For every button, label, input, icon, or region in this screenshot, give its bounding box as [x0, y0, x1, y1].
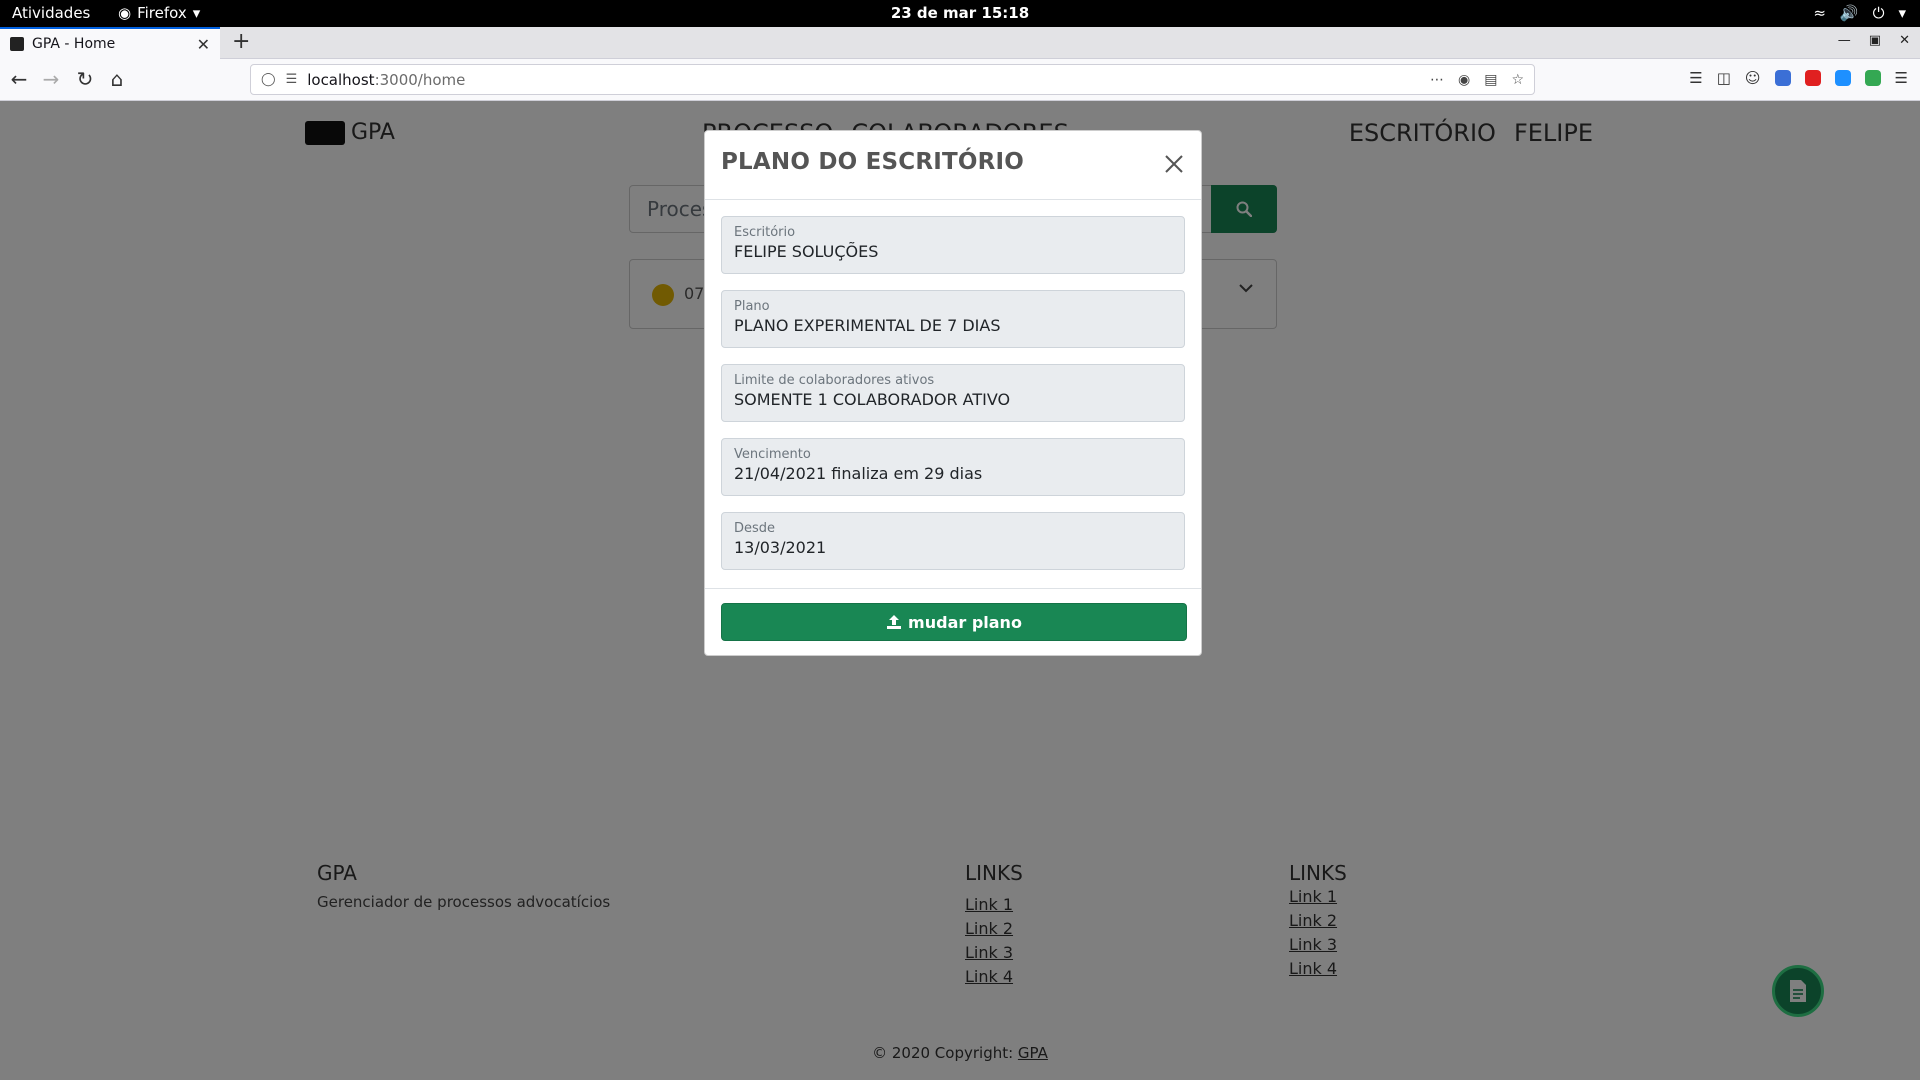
- system-tray[interactable]: ≈ 🔊 ⏻ ▾: [1813, 4, 1906, 22]
- wifi-icon: ≈: [1813, 4, 1826, 22]
- tab-gpa-home[interactable]: GPA - Home ✕: [0, 27, 220, 59]
- field-escritorio: Escritório FELIPE SOLUÇÕES: [721, 216, 1185, 274]
- clock[interactable]: 23 de mar 15:18: [891, 4, 1029, 22]
- field-plano: Plano PLANO EXPERIMENTAL DE 7 DIAS: [721, 290, 1185, 348]
- favicon-icon: [10, 37, 24, 51]
- url-bar[interactable]: ◯ ☰ localhost:3000/home ⋯ ◉ ▤ ☆: [250, 64, 1535, 95]
- tab-title: GPA - Home: [32, 36, 116, 52]
- change-plan-button[interactable]: mudar plano: [721, 603, 1187, 641]
- modal-title: PLANO DO ESCRITÓRIO: [721, 149, 1025, 175]
- field-value: 13/03/2021: [734, 538, 827, 557]
- bookmark-star-icon[interactable]: ☆: [1511, 72, 1524, 88]
- reload-icon[interactable]: ↻: [72, 67, 98, 91]
- maximize-icon[interactable]: ▣: [1869, 33, 1881, 48]
- change-plan-label: mudar plano: [908, 612, 1022, 632]
- system-top-bar: Atividades ◉ Firefox ▾ 23 de mar 15:18 ≈…: [0, 0, 1920, 27]
- color-extension-icon[interactable]: [1864, 70, 1881, 86]
- field-vencimento: Vencimento 21/04/2021 finaliza em 29 dia…: [721, 438, 1185, 496]
- field-desde: Desde 13/03/2021: [721, 512, 1185, 570]
- pocket-icon[interactable]: ◉: [1458, 72, 1470, 88]
- close-tab-icon[interactable]: ✕: [197, 35, 210, 54]
- tab-strip: GPA - Home ✕ + — ▣ ✕: [0, 27, 1920, 59]
- volume-icon: 🔊: [1839, 4, 1859, 22]
- url-host: localhost: [307, 70, 375, 89]
- field-value: 21/04/2021 finaliza em 29 dias: [734, 464, 983, 483]
- field-label: Desde: [734, 521, 776, 536]
- close-window-icon[interactable]: ✕: [1899, 33, 1910, 48]
- field-label: Plano: [734, 299, 770, 314]
- field-label: Escritório: [734, 225, 796, 240]
- sidebar-icon[interactable]: ◫: [1717, 69, 1731, 87]
- library-icon[interactable]: ☰: [1689, 69, 1702, 87]
- window-controls: — ▣ ✕: [1838, 33, 1910, 48]
- translate-extension-icon[interactable]: [1774, 70, 1791, 86]
- account-icon[interactable]: ☺: [1745, 69, 1761, 87]
- field-label: Limite de colaboradores ativos: [734, 373, 935, 388]
- home-icon[interactable]: ⌂: [104, 67, 130, 91]
- back-icon[interactable]: ←: [6, 67, 32, 91]
- field-value: FELIPE SOLUÇÕES: [734, 242, 879, 261]
- translate-icon[interactable]: ▤: [1484, 72, 1497, 88]
- hamburger-menu-icon[interactable]: ☰: [1895, 69, 1908, 87]
- field-value: SOMENTE 1 COLABORADOR ATIVO: [734, 390, 1011, 409]
- forward-icon[interactable]: →: [38, 67, 64, 91]
- extension-icon[interactable]: [1834, 70, 1851, 86]
- minimize-icon[interactable]: —: [1838, 33, 1851, 48]
- page-info-icon[interactable]: ☰: [286, 72, 298, 87]
- url-path: :3000/home: [374, 70, 466, 89]
- new-tab-button[interactable]: +: [232, 29, 250, 54]
- extensions-area: ☰ ◫ ☺ ☰: [1689, 69, 1908, 87]
- shield-icon[interactable]: ◯: [261, 72, 276, 87]
- field-label: Vencimento: [734, 447, 811, 462]
- chevron-down-icon: ▾: [1898, 4, 1906, 22]
- plan-modal: PLANO DO ESCRITÓRIO Escritório FELIPE SO…: [704, 130, 1202, 656]
- close-icon[interactable]: [1161, 151, 1187, 177]
- upload-icon: [887, 615, 902, 629]
- page-actions-icon[interactable]: ⋯: [1430, 72, 1444, 88]
- browser-toolbar: ← → ↻ ⌂ ◯ ☰ localhost:3000/home ⋯ ◉ ▤ ☆ …: [0, 59, 1920, 101]
- modal-body: Escritório FELIPE SOLUÇÕES Plano PLANO E…: [705, 200, 1201, 570]
- modal-footer: mudar plano: [705, 588, 1201, 655]
- modal-header: PLANO DO ESCRITÓRIO: [705, 131, 1201, 200]
- ublock-icon[interactable]: [1804, 70, 1821, 86]
- power-icon: ⏻: [1872, 4, 1885, 22]
- field-limite-colaboradores: Limite de colaboradores ativos SOMENTE 1…: [721, 364, 1185, 422]
- field-value: PLANO EXPERIMENTAL DE 7 DIAS: [734, 316, 1001, 335]
